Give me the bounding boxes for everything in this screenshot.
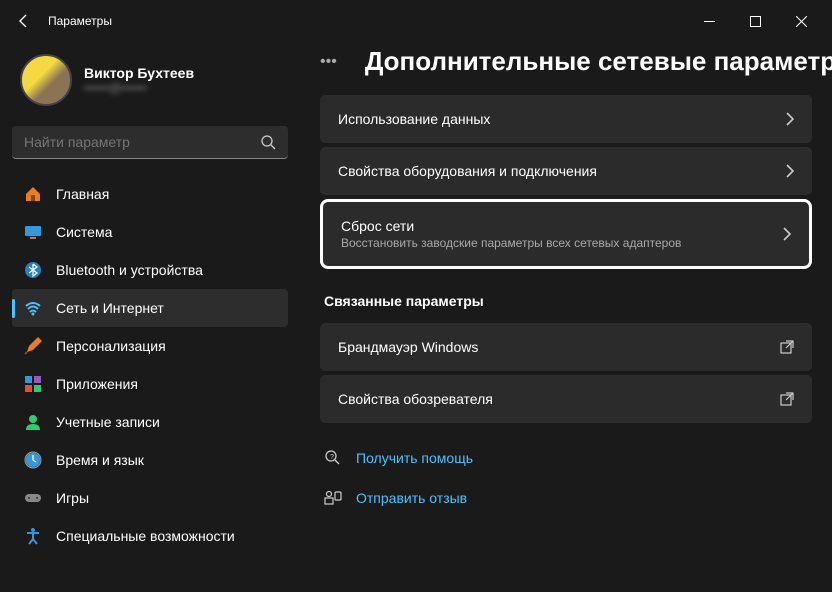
main-content: ••• Дополнительные сетевые параметры Исп… [300,42,832,592]
nav-time[interactable]: Время и язык [12,441,288,479]
titlebar: Параметры [0,0,832,42]
search-icon [260,134,276,150]
nav-accessibility[interactable]: Специальные возможности [12,517,288,555]
nav-personalization[interactable]: Персонализация [12,327,288,365]
user-name: Виктор Бухтеев [84,65,194,81]
nav-label: Специальные возможности [56,528,235,544]
help-icon: ? [324,449,342,467]
close-icon [796,16,807,27]
apps-icon [24,375,42,393]
nav-label: Время и язык [56,452,144,468]
nav-label: Приложения [56,376,138,392]
nav-bluetooth[interactable]: Bluetooth и устройства [12,251,288,289]
nav-home[interactable]: Главная [12,175,288,213]
breadcrumb: ••• Дополнительные сетевые параметры [320,46,812,77]
close-button[interactable] [778,5,824,37]
user-profile[interactable]: Виктор Бухтеев ••••••@•••••• [12,42,288,126]
nav-label: Персонализация [56,338,166,354]
get-help-link[interactable]: ? Получить помощь [320,443,812,473]
external-link-icon [780,392,794,406]
nav-label: Игры [56,490,89,506]
accounts-icon [24,413,42,431]
nav-gaming[interactable]: Игры [12,479,288,517]
window-controls [686,5,824,37]
card-title: Свойства обозревателя [338,391,780,407]
back-button[interactable] [8,5,40,37]
nav-label: Учетные записи [56,414,160,430]
nav-label: Главная [56,186,109,202]
nav-apps[interactable]: Приложения [12,365,288,403]
page-title: Дополнительные сетевые параметры [365,46,832,77]
accessibility-icon [24,527,42,545]
chevron-right-icon [783,227,791,241]
arrow-left-icon [16,13,32,29]
bluetooth-icon [24,261,42,279]
search-box[interactable] [12,126,288,159]
search-input[interactable] [24,134,260,150]
card-data-usage[interactable]: Использование данных [320,95,812,143]
feedback-icon [324,489,342,507]
card-browser-properties[interactable]: Свойства обозревателя [320,375,812,423]
window-title: Параметры [48,14,112,28]
card-title: Брандмауэр Windows [338,339,780,355]
system-icon [24,223,42,241]
sidebar: Виктор Бухтеев ••••••@•••••• Главная Сис… [0,42,300,592]
nav-label: Система [56,224,112,240]
feedback-link[interactable]: Отправить отзыв [320,483,812,513]
svg-text:?: ? [330,454,334,461]
minimize-button[interactable] [686,5,732,37]
time-icon [24,451,42,469]
chevron-right-icon [786,164,794,178]
card-title: Сброс сети [341,218,783,234]
network-icon [24,299,42,317]
breadcrumb-more-button[interactable]: ••• [320,53,337,71]
card-title: Свойства оборудования и подключения [338,163,786,179]
nav-label: Bluetooth и устройства [56,262,203,278]
maximize-button[interactable] [732,5,778,37]
nav-label: Сеть и Интернет [56,300,164,316]
card-hardware-properties[interactable]: Свойства оборудования и подключения [320,147,812,195]
card-subtitle: Восстановить заводские параметры всех се… [341,236,783,250]
external-link-icon [780,340,794,354]
home-icon [24,185,42,203]
help-label: Получить помощь [356,450,473,466]
gaming-icon [24,489,42,507]
avatar [20,54,72,106]
personalize-icon [24,337,42,355]
maximize-icon [750,16,761,27]
card-firewall[interactable]: Брандмауэр Windows [320,323,812,371]
help-section: ? Получить помощь Отправить отзыв [320,443,812,513]
feedback-label: Отправить отзыв [356,490,467,506]
nav-accounts[interactable]: Учетные записи [12,403,288,441]
card-title: Использование данных [338,111,786,127]
nav-system[interactable]: Система [12,213,288,251]
card-network-reset[interactable]: Сброс сети Восстановить заводские параме… [320,199,812,269]
related-section-title: Связанные параметры [324,293,812,309]
nav-network[interactable]: Сеть и Интернет [12,289,288,327]
user-email: ••••••@•••••• [84,81,194,95]
nav-menu: Главная Система Bluetooth и устройства С… [12,175,288,555]
minimize-icon [704,16,715,27]
chevron-right-icon [786,112,794,126]
